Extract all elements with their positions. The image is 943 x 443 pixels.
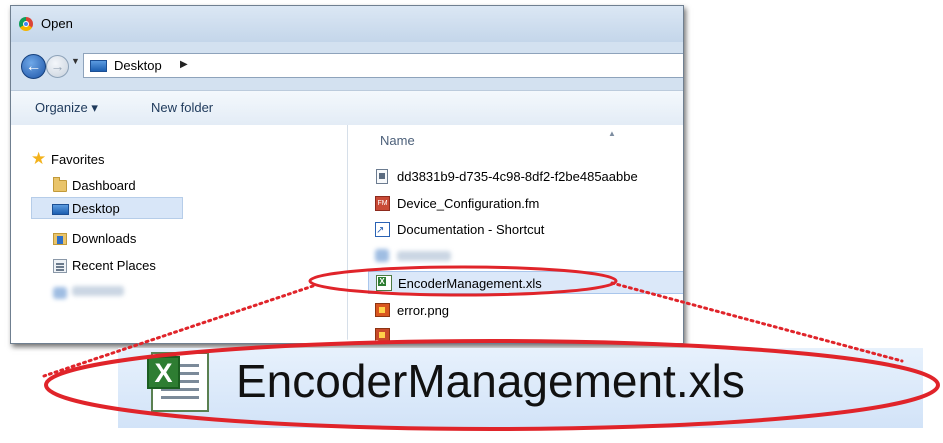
callout-overlay xyxy=(42,265,940,431)
highlight-ellipse-large xyxy=(44,339,940,431)
highlight-ellipse-small xyxy=(308,265,618,297)
callout-connector-left xyxy=(42,284,315,378)
